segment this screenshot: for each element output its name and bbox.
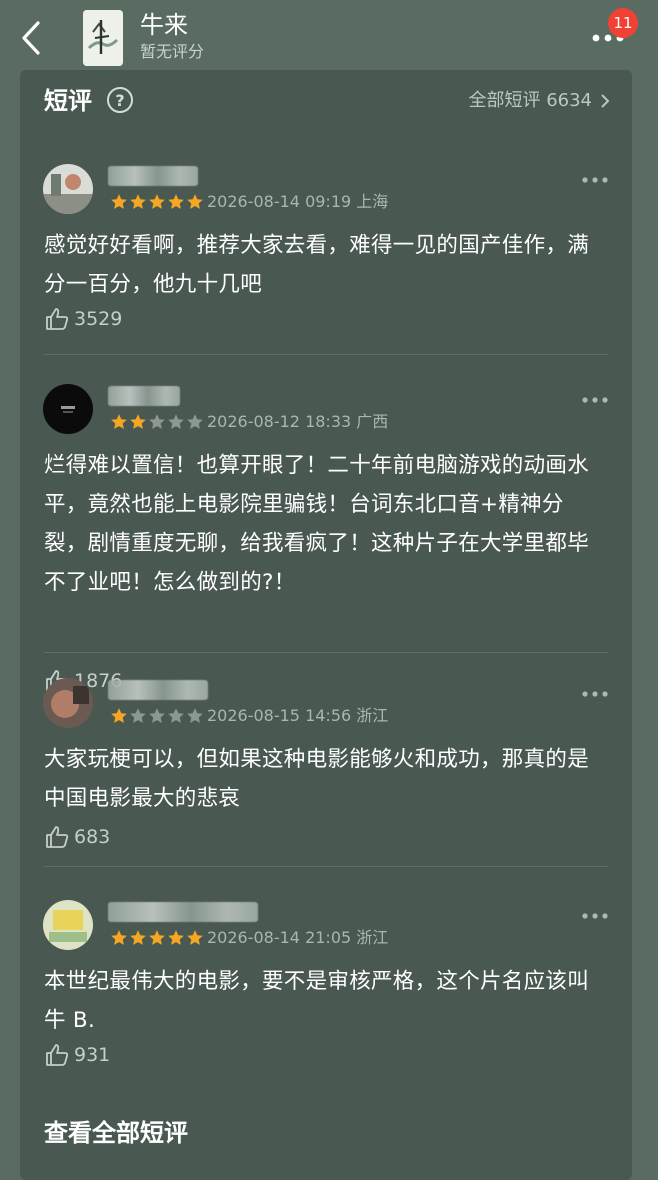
like-count: 683	[74, 826, 111, 848]
star-rating	[110, 193, 204, 211]
back-button[interactable]	[14, 18, 48, 58]
star-filled-icon	[130, 414, 146, 429]
more-icon[interactable]	[580, 394, 610, 406]
review-text: 烂得难以置信！也算开眼了！二十年前电脑游戏的动画水平，竟然也能上电影院里骗钱！台…	[44, 453, 590, 595]
star-filled-icon	[111, 414, 127, 429]
notification-badge[interactable]: 11	[608, 8, 638, 38]
star-filled-icon	[111, 930, 127, 945]
avatar[interactable]	[43, 678, 93, 728]
star-rating	[110, 413, 204, 431]
star-empty-icon	[187, 414, 203, 429]
review-meta: 2026-08-14 21:05 浙江	[207, 928, 389, 947]
like-count: 931	[74, 1044, 111, 1066]
star-rating	[110, 707, 204, 725]
star-filled-icon	[111, 194, 127, 209]
review-text: 感觉好好看啊，推荐大家去看，难得一见的国产佳作，满分一百分，他九十几吧	[44, 233, 590, 297]
star-filled-icon	[168, 930, 184, 945]
chevron-right-icon	[601, 94, 610, 108]
thumbs-up-icon	[46, 1044, 69, 1066]
star-filled-icon	[149, 194, 165, 209]
all-reviews-label: 全部短评 6634	[468, 90, 592, 111]
divider	[44, 652, 608, 653]
section-title: 短评	[44, 87, 92, 115]
star-empty-icon	[149, 708, 165, 723]
avatar[interactable]	[43, 384, 93, 434]
star-empty-icon	[130, 708, 146, 723]
all-reviews-link[interactable]: 全部短评 6634	[468, 88, 610, 114]
username-blurred[interactable]	[108, 902, 258, 922]
review-meta: 2026-08-14 09:19 上海	[207, 192, 389, 211]
view-all-reviews-link[interactable]: 查看全部短评	[44, 1116, 188, 1150]
more-icon[interactable]	[580, 688, 610, 700]
star-rating	[110, 929, 204, 947]
like-button[interactable]: 931	[44, 1042, 110, 1068]
star-filled-icon	[111, 708, 127, 723]
star-empty-icon	[187, 708, 203, 723]
review-text: 大家玩梗可以，但如果这种电影能够火和成功，那真的是中国电影最大的悲哀	[44, 747, 590, 811]
short-reviews-card: 短评 ? 全部短评 6634 2026-08-14 09:19 上海 感觉好好看…	[20, 70, 632, 1180]
star-empty-icon	[168, 708, 184, 723]
star-empty-icon	[149, 414, 165, 429]
username-blurred[interactable]	[108, 386, 180, 406]
thumbs-up-icon	[46, 308, 69, 330]
star-filled-icon	[130, 930, 146, 945]
like-button[interactable]: 3529	[44, 306, 122, 332]
username-blurred[interactable]	[108, 166, 198, 186]
like-button[interactable]: 683	[44, 824, 110, 850]
divider	[44, 866, 608, 867]
star-empty-icon	[168, 414, 184, 429]
help-icon[interactable]: ?	[107, 87, 133, 113]
star-filled-icon	[168, 194, 184, 209]
more-icon[interactable]	[580, 910, 610, 922]
more-icon[interactable]	[580, 174, 610, 186]
star-filled-icon	[130, 194, 146, 209]
avatar[interactable]	[43, 900, 93, 950]
star-filled-icon	[149, 930, 165, 945]
movie-poster[interactable]	[83, 10, 123, 66]
review-meta: 2026-08-12 18:33 广西	[207, 412, 389, 431]
top-bar: 牛来 暂无评分 11	[0, 0, 658, 74]
divider	[44, 354, 608, 355]
back-arrow-icon	[22, 21, 40, 55]
star-filled-icon	[187, 930, 203, 945]
like-count: 3529	[74, 308, 123, 330]
movie-title: 牛来	[140, 11, 188, 39]
movie-rating-status: 暂无评分	[140, 42, 205, 61]
avatar[interactable]	[43, 164, 93, 214]
review-text: 本世纪最伟大的电影，要不是审核严格，这个片名应该叫牛 B.	[44, 969, 590, 1033]
star-filled-icon	[187, 194, 203, 209]
thumbs-up-icon	[46, 826, 69, 848]
review-meta: 2026-08-15 14:56 浙江	[207, 706, 389, 725]
username-blurred[interactable]	[108, 680, 208, 700]
